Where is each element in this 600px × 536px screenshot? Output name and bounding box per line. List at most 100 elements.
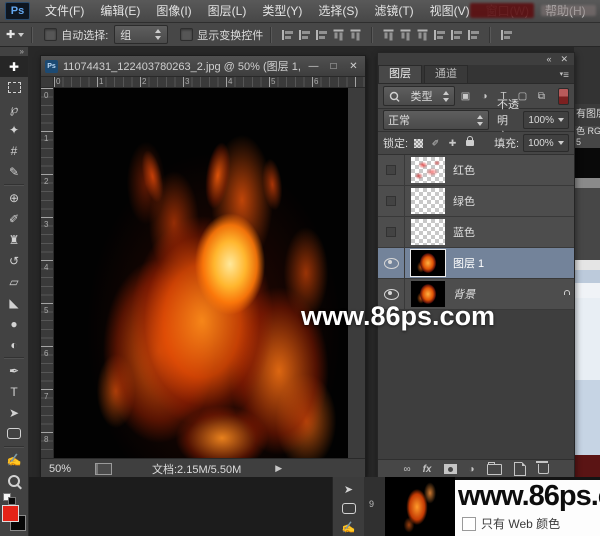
- horizontal-ruler: 0 1 2 3 4 5 6: [54, 77, 365, 88]
- menu-image[interactable]: 图像(I): [148, 0, 199, 22]
- panel-close-icon[interactable]: ✕: [560, 54, 568, 65]
- menu-type[interactable]: 类型(Y): [254, 0, 310, 22]
- layer-name[interactable]: 图层 1: [453, 255, 574, 271]
- fire-photo[interactable]: [54, 88, 348, 459]
- gradient-tool[interactable]: ◣: [0, 292, 28, 313]
- distribute-right-icon[interactable]: [467, 29, 480, 41]
- status-options-arrow-icon[interactable]: ▶: [275, 463, 282, 474]
- maximize-button[interactable]: □: [326, 61, 341, 72]
- tab-channels[interactable]: 通道: [424, 65, 468, 83]
- layer-row-green[interactable]: 绿色: [378, 186, 574, 217]
- layer-row-blue[interactable]: 蓝色: [378, 217, 574, 248]
- layer-name[interactable]: 红色: [453, 162, 574, 178]
- menu-select[interactable]: 选择(S): [310, 0, 366, 22]
- auto-select-checkbox[interactable]: [44, 28, 57, 41]
- align-h-centers-icon[interactable]: [298, 29, 311, 41]
- align-bottom-edges-icon[interactable]: [383, 28, 395, 41]
- filter-pixel-layers-icon[interactable]: ▣: [457, 88, 474, 104]
- healing-brush-tool[interactable]: ⊕: [0, 187, 28, 208]
- layer-style-icon[interactable]: fx: [423, 464, 432, 475]
- distribute-h-centers-icon[interactable]: [450, 29, 463, 41]
- menu-layer[interactable]: 图层(L): [200, 0, 255, 22]
- lock-all-icon[interactable]: [463, 137, 476, 150]
- tab-layers[interactable]: 图层: [378, 65, 422, 83]
- layer-name[interactable]: 绿色: [453, 193, 574, 209]
- panel-menu-icon[interactable]: ▾≡: [560, 67, 569, 83]
- layer-thumbnail[interactable]: [411, 188, 445, 214]
- filter-adjustment-layers-icon[interactable]: ◑: [476, 88, 493, 104]
- lock-pixels-icon[interactable]: ✐: [429, 137, 442, 150]
- layer-thumbnail[interactable]: [411, 157, 445, 183]
- hand-tool[interactable]: ✍: [0, 449, 28, 470]
- close-button[interactable]: ✕: [346, 61, 361, 72]
- align-v-centers-icon[interactable]: [350, 28, 362, 41]
- fill-field[interactable]: 100%: [523, 134, 569, 152]
- history-brush-tool[interactable]: ↺: [0, 250, 28, 271]
- default-colors-icon[interactable]: [8, 497, 16, 505]
- filter-smart-objects-icon[interactable]: ⧉: [533, 88, 550, 104]
- eraser-tool[interactable]: ▱: [0, 271, 28, 292]
- pen-tool[interactable]: ✒: [0, 360, 28, 381]
- filter-type-dropdown[interactable]: 类型: [383, 86, 455, 106]
- menu-filter[interactable]: 滤镜(T): [366, 0, 421, 22]
- brush-tool[interactable]: ✐: [0, 208, 28, 229]
- filter-toggle-switch[interactable]: [558, 88, 569, 105]
- path-selection-tool[interactable]: ➤: [0, 402, 28, 423]
- type-tool[interactable]: T: [0, 381, 28, 402]
- align-left-edges-icon[interactable]: [281, 29, 294, 41]
- tool-preset-caret-icon[interactable]: [18, 33, 24, 37]
- color-swatches: [0, 493, 28, 535]
- distribute-top-icon[interactable]: [400, 28, 412, 41]
- fragment-fire-image: [385, 477, 455, 536]
- layer-name[interactable]: 背景: [453, 286, 563, 302]
- foreground-color-swatch[interactable]: [2, 505, 19, 522]
- move-tool[interactable]: ✚: [0, 56, 28, 77]
- layer-thumbnail[interactable]: [411, 250, 445, 276]
- dodge-tool[interactable]: ◐: [0, 334, 28, 355]
- web-colors-checkbox[interactable]: [462, 517, 476, 531]
- dock-collapse-icon[interactable]: «: [546, 54, 551, 65]
- marquee-tool[interactable]: [0, 77, 28, 98]
- delete-layer-icon[interactable]: [538, 464, 549, 474]
- visibility-toggle[interactable]: [378, 217, 405, 247]
- eyedropper-tool[interactable]: ✎: [0, 161, 28, 182]
- clone-stamp-tool[interactable]: ♜: [0, 229, 28, 250]
- link-layers-icon[interactable]: ∞: [403, 464, 410, 475]
- lasso-tool[interactable]: ℘: [0, 98, 28, 119]
- align-top-edges-icon[interactable]: [333, 28, 345, 41]
- move-tool-preset-icon[interactable]: ✚: [6, 28, 15, 41]
- lock-position-icon[interactable]: ✚: [446, 137, 459, 150]
- shape-tool[interactable]: [0, 423, 28, 444]
- toolbar-collapse-icon[interactable]: »: [20, 47, 28, 56]
- distribute-left-icon[interactable]: [433, 29, 446, 41]
- 3d-mode-icon[interactable]: [500, 29, 513, 41]
- quick-selection-tool[interactable]: ✦: [0, 119, 28, 140]
- layer-row-layer1[interactable]: 图层 1: [378, 248, 574, 279]
- crop-tool[interactable]: #: [0, 140, 28, 161]
- show-transform-checkbox[interactable]: [180, 28, 193, 41]
- layer-row-red[interactable]: 红色: [378, 155, 574, 186]
- blur-tool[interactable]: ●: [0, 313, 28, 334]
- blend-mode-dropdown[interactable]: 正常: [383, 110, 489, 130]
- zoom-level-field[interactable]: 50%: [49, 463, 83, 475]
- visibility-toggle[interactable]: [378, 155, 405, 185]
- distribute-v-centers-icon[interactable]: [417, 28, 429, 41]
- add-mask-icon[interactable]: [444, 464, 457, 474]
- opacity-field[interactable]: 100%: [523, 111, 569, 129]
- visibility-toggle[interactable]: [378, 186, 405, 216]
- menu-edit[interactable]: 编辑(E): [92, 0, 148, 22]
- visibility-toggle[interactable]: [378, 248, 405, 278]
- minimize-button[interactable]: —: [306, 61, 321, 72]
- layer-name[interactable]: 蓝色: [453, 224, 574, 240]
- canvas-area[interactable]: [54, 88, 365, 459]
- adjustment-layer-icon[interactable]: ◑: [469, 464, 475, 475]
- align-right-edges-icon[interactable]: [315, 29, 328, 41]
- menu-file[interactable]: 文件(F): [37, 0, 92, 22]
- new-group-icon[interactable]: [487, 464, 502, 475]
- auto-select-dropdown[interactable]: 组: [114, 25, 168, 44]
- new-layer-icon[interactable]: [514, 462, 526, 476]
- layer-thumbnail[interactable]: [411, 219, 445, 245]
- document-title-bar[interactable]: Ps 11074431_122403780263_2.jpg @ 50% (图层…: [41, 56, 365, 77]
- lock-transparency-icon[interactable]: [412, 137, 425, 150]
- zoom-tool[interactable]: [0, 470, 28, 491]
